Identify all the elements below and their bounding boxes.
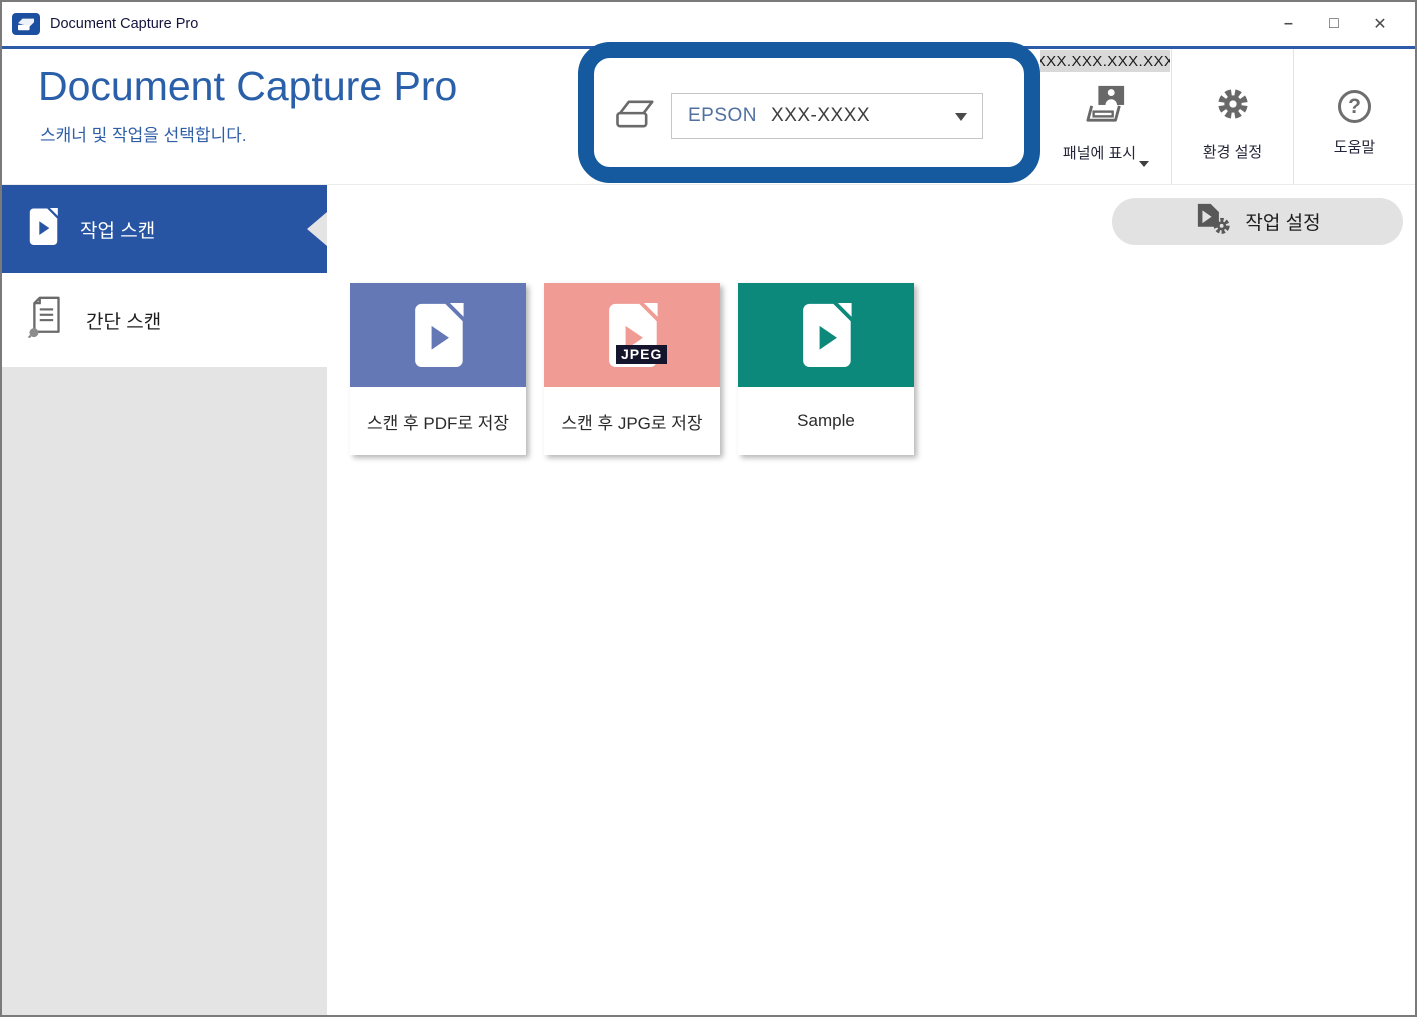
app-window: Document Capture Pro – □ ✕ Document Capt… <box>0 0 1417 1017</box>
job-tile-icon-area <box>350 283 526 387</box>
job-tile-icon-area <box>738 283 914 387</box>
sidebar-item-label: 작업 스캔 <box>80 216 155 243</box>
close-button[interactable]: ✕ <box>1357 2 1403 46</box>
header: Document Capture Pro 스캐너 및 작업을 선택합니다. EP… <box>2 49 1415 185</box>
app-icon <box>12 13 40 35</box>
chevron-down-icon <box>955 113 967 121</box>
minimize-button[interactable]: – <box>1265 2 1311 46</box>
job-tile-icon-area: JPEG <box>544 283 720 387</box>
maximize-button[interactable]: □ <box>1311 2 1357 46</box>
sidebar-item-label: 간단 스캔 <box>86 307 161 334</box>
title-bar: Document Capture Pro – □ ✕ <box>2 2 1415 46</box>
help-icon: ? <box>1338 90 1371 123</box>
job-tile[interactable]: Sample <box>738 283 914 455</box>
show-on-panel-icon <box>1084 84 1128 129</box>
job-tiles: 스캔 후 PDF로 저장 JPEG 스캔 후 JPG로 저장 <box>350 283 914 455</box>
scanner-model: XXX-XXXX <box>771 105 870 127</box>
help-label: 도움말 <box>1334 136 1375 157</box>
show-on-panel-label: 패널에 표시 <box>1063 142 1149 163</box>
job-tile-label: 스캔 후 PDF로 저장 <box>350 387 526 455</box>
window-controls: – □ ✕ <box>1265 2 1415 46</box>
show-on-panel-button[interactable]: 패널에 표시 <box>1041 49 1171 184</box>
scan-job-icon <box>412 303 464 367</box>
scanner-brand: EPSON <box>688 105 757 127</box>
help-button[interactable]: ? 도움말 <box>1293 49 1415 184</box>
scanner-select[interactable]: EPSON XXX-XXXX <box>671 93 983 139</box>
main-content: 작업 설정 스캔 후 PDF로 저장 <box>327 185 1415 1015</box>
job-settings-button[interactable]: 작업 설정 <box>1112 198 1403 245</box>
sidebar-item-job-scan[interactable]: 작업 스캔 <box>2 185 327 273</box>
job-tile-label: 스캔 후 JPG로 저장 <box>544 387 720 455</box>
jpeg-badge: JPEG <box>616 345 667 364</box>
app-body: 작업 스캔 간단 스캔 <box>2 185 1415 1015</box>
header-toolbar: 패널에 표시 환경 설정 ? 도움말 <box>1041 49 1415 184</box>
page-title: Document Capture Pro <box>38 63 457 110</box>
settings-button[interactable]: 환경 설정 <box>1171 49 1293 184</box>
page-subtitle: 스캐너 및 작업을 선택합니다. <box>40 121 247 146</box>
job-tile[interactable]: 스캔 후 PDF로 저장 <box>350 283 526 455</box>
scan-job-icon <box>800 303 852 367</box>
scanner-selector-group: EPSON XXX-XXXX <box>614 93 983 139</box>
scanner-icon <box>614 97 654 136</box>
simple-scan-icon <box>28 296 64 344</box>
job-tile[interactable]: JPEG 스캔 후 JPG로 저장 <box>544 283 720 455</box>
window-title: Document Capture Pro <box>50 16 198 32</box>
gear-icon <box>1214 85 1252 128</box>
job-settings-label: 작업 설정 <box>1245 208 1320 235</box>
job-scan-icon <box>28 208 58 251</box>
settings-label: 환경 설정 <box>1203 141 1262 162</box>
chevron-down-icon <box>1139 161 1149 167</box>
job-settings-icon <box>1194 203 1231 241</box>
job-tile-label: Sample <box>738 387 914 455</box>
sidebar-item-simple-scan[interactable]: 간단 스캔 <box>2 273 327 367</box>
sidebar: 작업 스캔 간단 스캔 <box>2 185 327 1015</box>
